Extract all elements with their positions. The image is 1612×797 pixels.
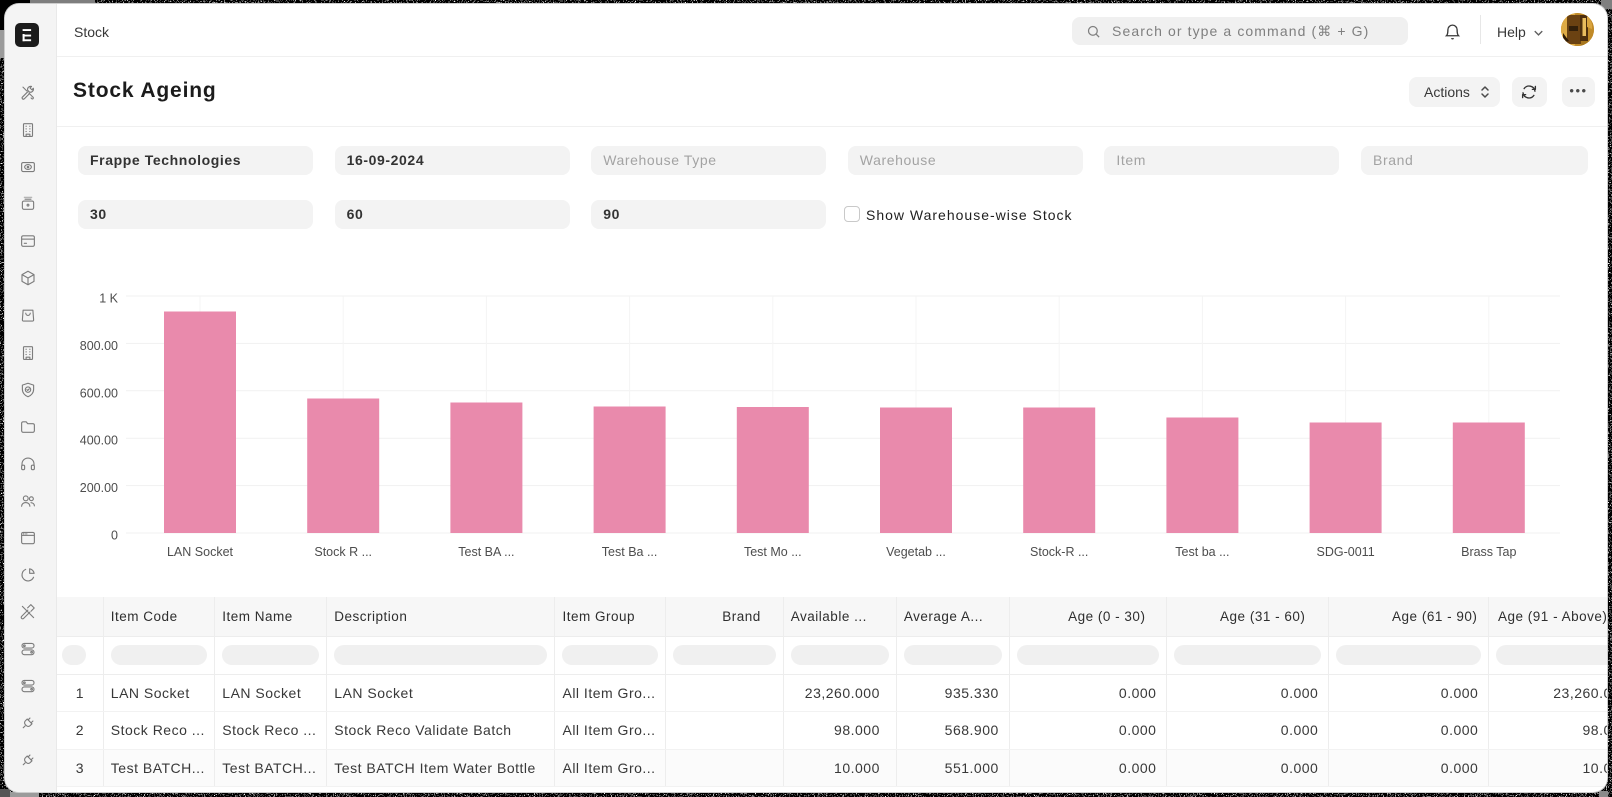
svg-text:Test Mo ...: Test Mo ... <box>744 545 802 559</box>
svg-text:1 K: 1 K <box>99 292 118 306</box>
svg-text:Stock R ...: Stock R ... <box>314 545 372 559</box>
svg-text:SDG-0011: SDG-0011 <box>1317 545 1375 559</box>
svg-text:200.00: 200.00 <box>80 481 118 495</box>
svg-text:600.00: 600.00 <box>80 386 118 400</box>
svg-text:800.00: 800.00 <box>80 339 118 353</box>
svg-text:LAN Socket: LAN Socket <box>167 545 234 559</box>
svg-text:400.00: 400.00 <box>80 434 118 448</box>
svg-text:Stock-R ...: Stock-R ... <box>1030 545 1088 559</box>
svg-text:Brass Tap: Brass Tap <box>1461 545 1516 559</box>
svg-text:Test ba ...: Test ba ... <box>1175 545 1229 559</box>
svg-text:Test BA ...: Test BA ... <box>458 545 514 559</box>
svg-text:0: 0 <box>111 529 118 543</box>
svg-text:Test Ba ...: Test Ba ... <box>602 545 658 559</box>
svg-text:Vegetab ...: Vegetab ... <box>886 545 946 559</box>
